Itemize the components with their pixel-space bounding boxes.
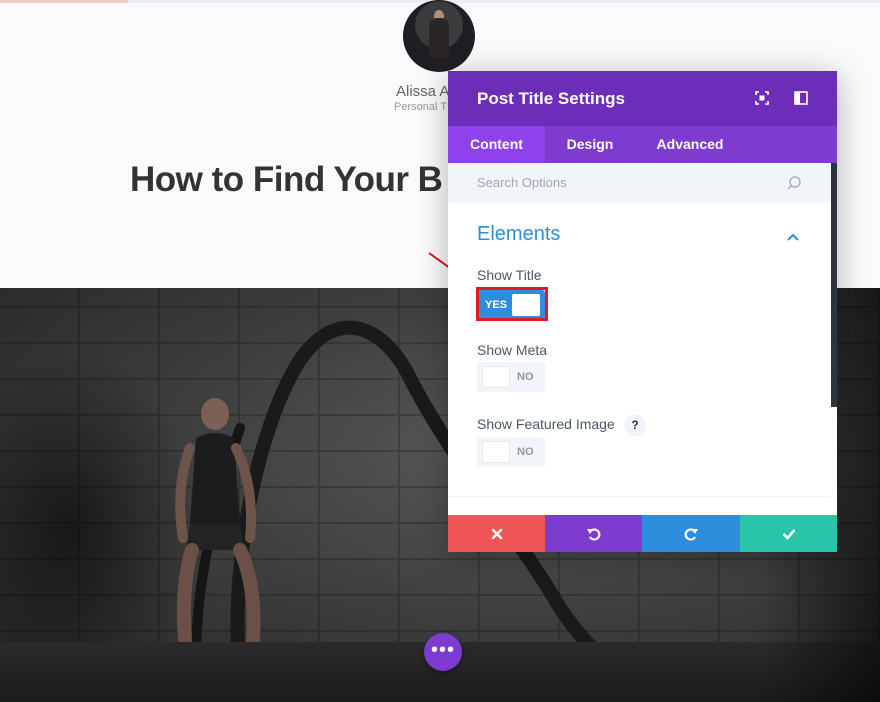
page-top-bar-accent — [0, 0, 128, 3]
avatar-figure — [429, 18, 449, 58]
section-title-elements[interactable]: Elements — [477, 223, 560, 246]
help-icon[interactable]: ? — [624, 414, 646, 436]
toggle-state-text: NO — [517, 371, 534, 383]
search-icon[interactable] — [786, 175, 802, 191]
annotation-highlight-box — [476, 287, 548, 321]
show-meta-label: Show Meta — [477, 342, 548, 358]
snap-sidebar-icon[interactable] — [793, 90, 809, 106]
modal-tabs: Content Design Advanced — [448, 126, 837, 163]
discard-button[interactable] — [448, 515, 546, 552]
modal-header: Post Title Settings — [448, 71, 837, 126]
tab-advanced[interactable]: Advanced — [635, 126, 745, 163]
save-button[interactable] — [740, 515, 837, 552]
page-settings-menu-button[interactable]: ••• — [424, 633, 462, 671]
author-role: Personal T — [394, 101, 447, 113]
author-name: Alissa A — [396, 83, 450, 100]
redo-button[interactable] — [642, 515, 740, 552]
check-icon — [782, 528, 795, 540]
modal-title: Post Title Settings — [477, 89, 625, 108]
modal-scrollbar[interactable] — [831, 163, 837, 407]
search-options-input[interactable] — [477, 163, 777, 202]
modal-divider — [448, 496, 831, 497]
modal-footer — [448, 515, 837, 552]
undo-icon — [586, 527, 600, 541]
show-meta-toggle[interactable]: NO — [477, 362, 545, 392]
toggle-knob — [482, 441, 510, 463]
show-title-label: Show Title — [477, 267, 542, 283]
toggle-knob — [482, 366, 510, 388]
chevron-up-icon[interactable] — [786, 232, 800, 242]
post-title: How to Find Your B — [130, 160, 443, 199]
toggle-state-text: NO — [517, 446, 534, 458]
search-options-bar — [448, 163, 831, 202]
tab-design[interactable]: Design — [545, 126, 635, 163]
fullscreen-icon[interactable] — [754, 90, 770, 106]
post-title-settings-modal: Post Title Settings Content Design Advan… — [448, 71, 837, 552]
undo-button[interactable] — [545, 515, 642, 552]
show-featured-image-label: Show Featured Image — [477, 416, 615, 432]
author-avatar — [403, 0, 475, 72]
redo-icon — [684, 527, 698, 541]
tab-content[interactable]: Content — [448, 126, 545, 163]
show-featured-image-toggle[interactable]: NO — [477, 437, 545, 467]
close-icon — [491, 528, 503, 539]
